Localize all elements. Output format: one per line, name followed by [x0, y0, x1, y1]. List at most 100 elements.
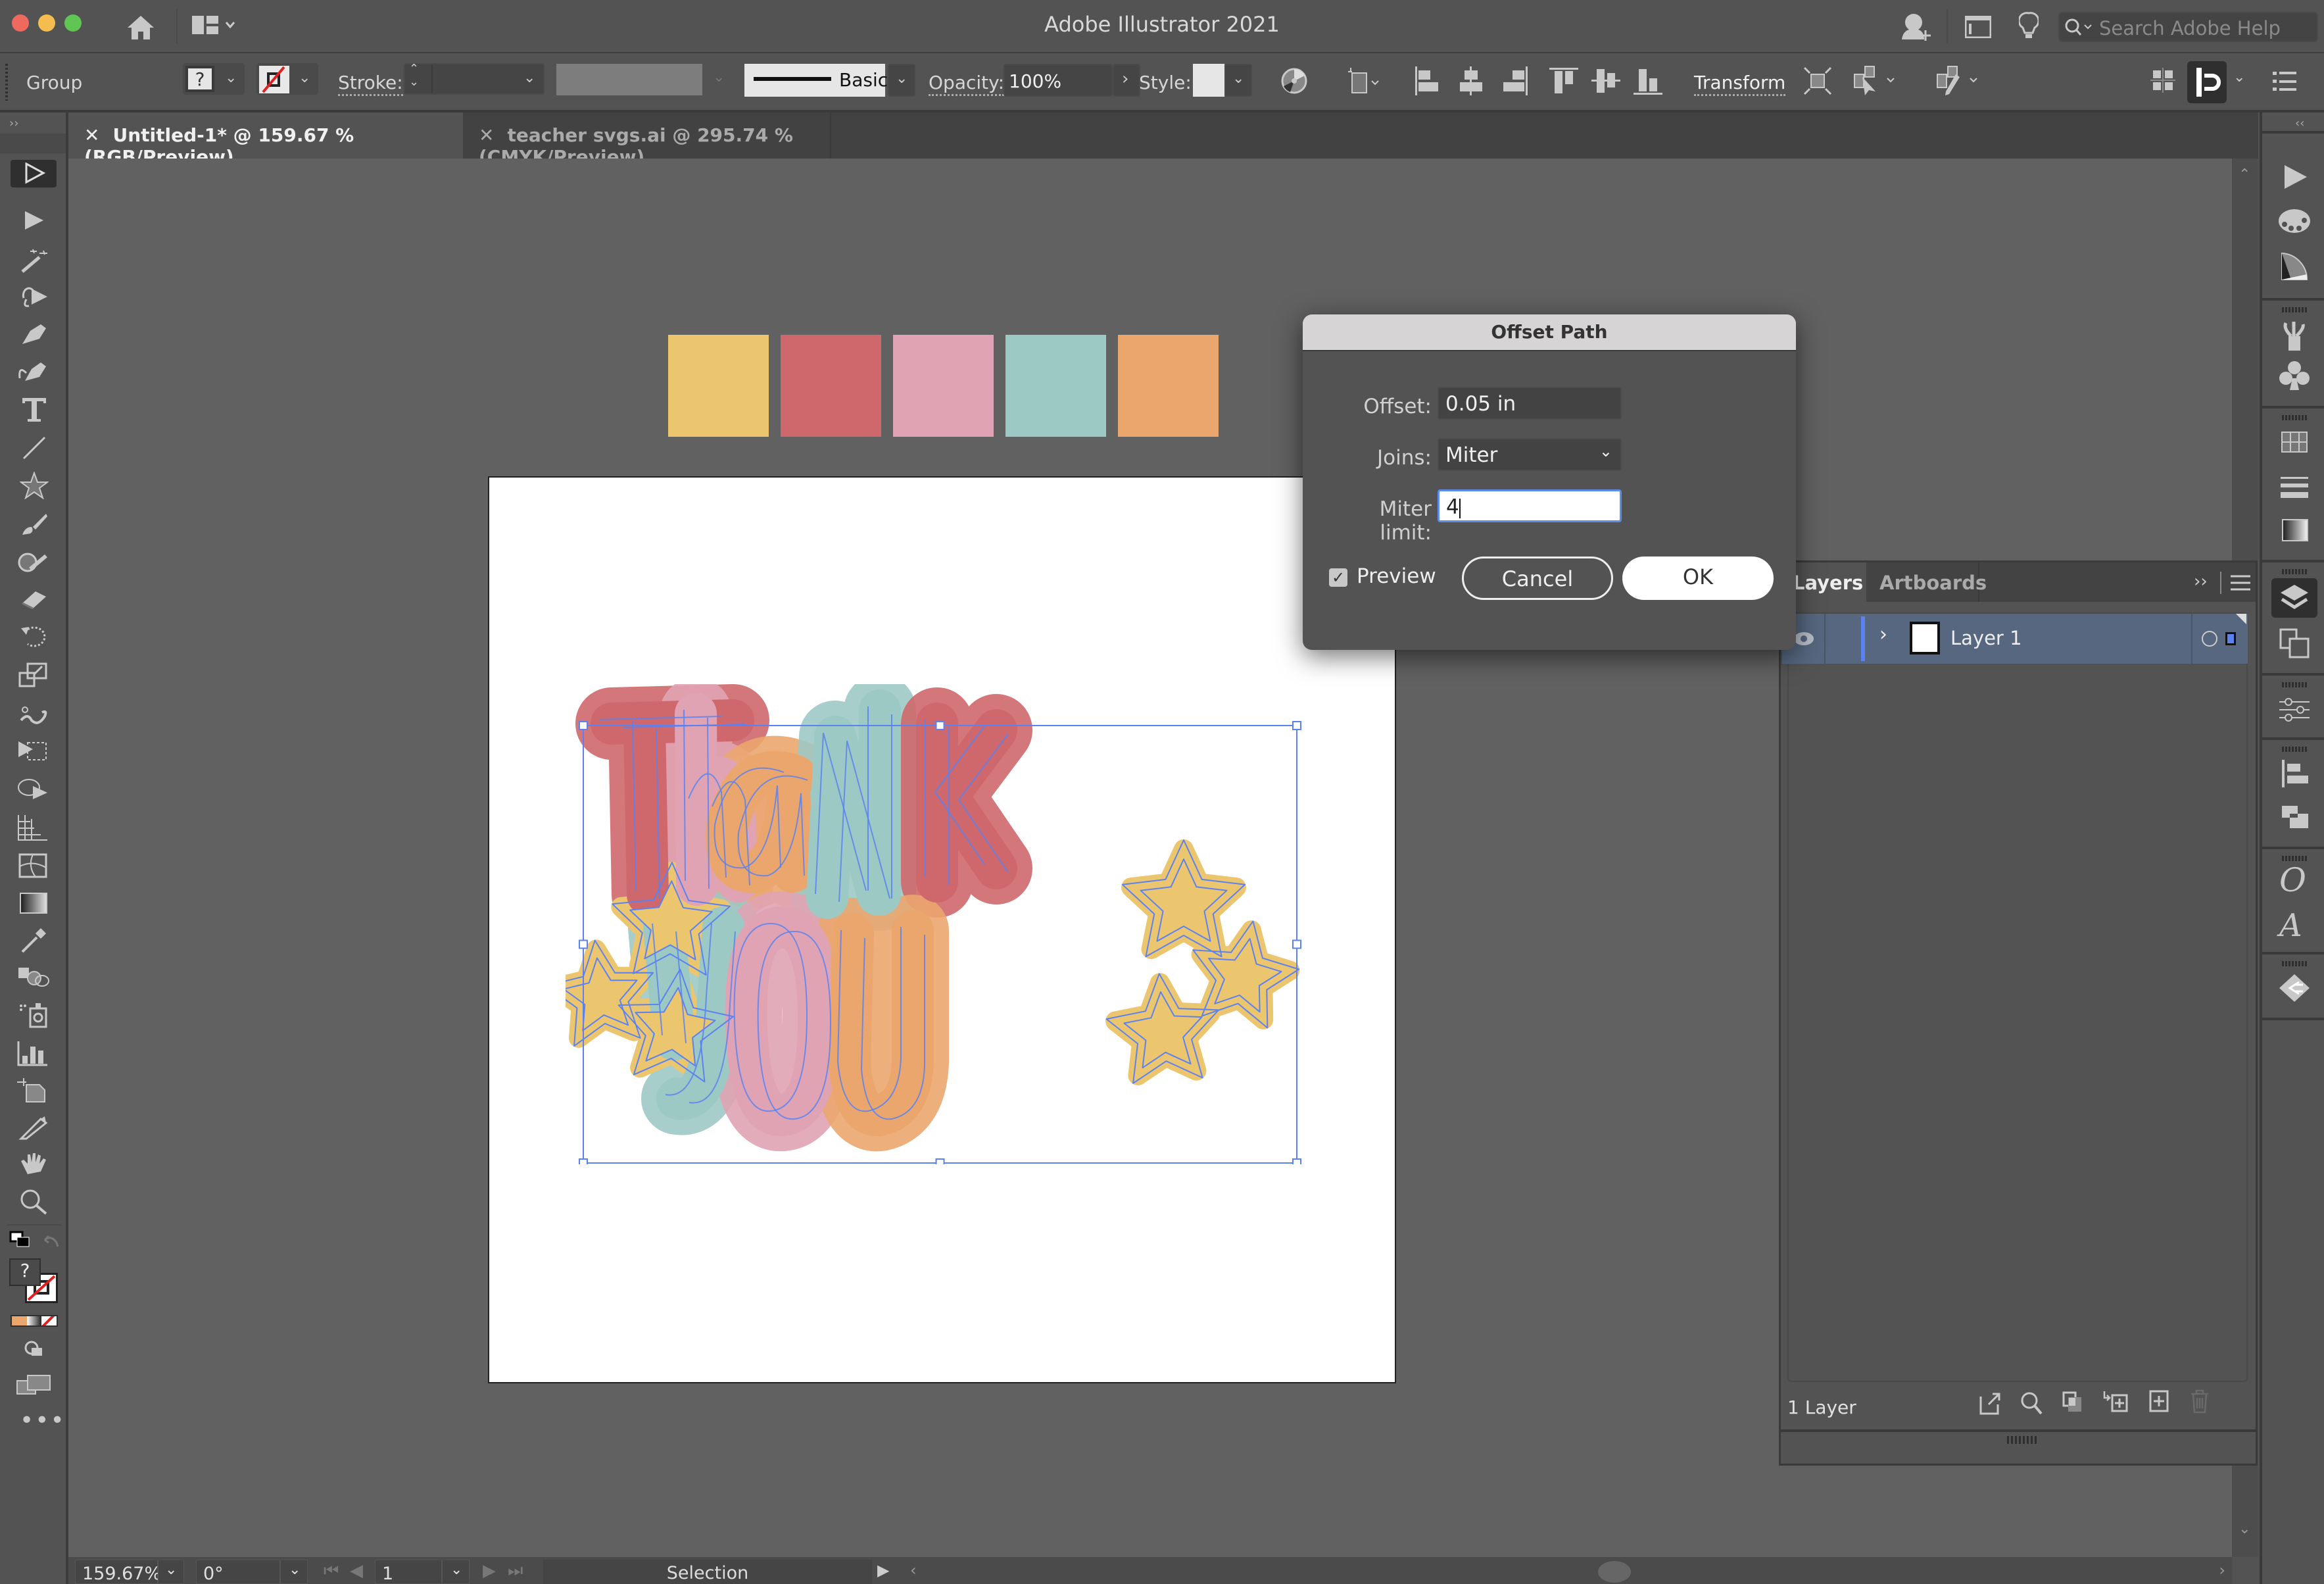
- collapse-dock-icon[interactable]: ‹‹: [2295, 116, 2304, 130]
- align-top-icon[interactable]: [1549, 66, 1580, 95]
- screen-mode-icon[interactable]: [16, 1374, 53, 1397]
- edit-toolbar-icon[interactable]: •••: [20, 1407, 66, 1434]
- align-left-icon[interactable]: [1414, 66, 1444, 95]
- isolate-group-icon[interactable]: [1803, 66, 1832, 95]
- brush-dropdown-button[interactable]: ⌄: [888, 64, 915, 97]
- letter-N-fill[interactable]: [806, 689, 901, 919]
- previous-artboard-icon[interactable]: ◀: [350, 1561, 363, 1581]
- color-swatch[interactable]: [668, 335, 769, 437]
- color-button[interactable]: [12, 1316, 27, 1325]
- recolor-artwork-icon[interactable]: [1281, 68, 1307, 94]
- resize-handle[interactable]: [579, 721, 588, 730]
- shaper-icon[interactable]: [17, 549, 50, 576]
- type-icon[interactable]: [21, 397, 47, 422]
- brush-definition-selector[interactable]: Basic: [744, 64, 888, 97]
- cancel-button[interactable]: Cancel: [1462, 557, 1613, 600]
- visibility-eye-icon[interactable]: [1793, 631, 1815, 647]
- variable-width-profile[interactable]: [556, 64, 702, 95]
- miter-limit-input[interactable]: 4: [1438, 489, 1622, 522]
- rotation-field[interactable]: 0°: [196, 1560, 280, 1584]
- hand-icon[interactable]: [18, 1152, 49, 1178]
- fill-selector[interactable]: ? ⌄: [183, 63, 245, 95]
- control-bar-menu-icon[interactable]: [2273, 70, 2296, 93]
- mesh-icon[interactable]: [18, 853, 49, 879]
- expand-layer-chevron-icon[interactable]: ›: [1879, 623, 1887, 646]
- panel-group-grip[interactable]: [2282, 856, 2308, 861]
- scale-icon[interactable]: [18, 661, 49, 689]
- properties-sliders-icon[interactable]: [2277, 693, 2312, 726]
- panel-group-grip[interactable]: [2282, 747, 2308, 752]
- blend-icon[interactable]: [17, 965, 50, 989]
- direct-selection-icon[interactable]: [22, 210, 49, 232]
- scroll-up-icon[interactable]: ⌃: [2239, 166, 2250, 183]
- resize-handle[interactable]: [1292, 939, 1301, 949]
- paintbrush-icon[interactable]: [20, 511, 49, 537]
- gradient-tool-icon[interactable]: [20, 893, 47, 914]
- symbols-club-icon[interactable]: [2277, 360, 2312, 393]
- zoom-level-field[interactable]: 159.67%: [75, 1560, 161, 1584]
- actions-play-icon[interactable]: [2277, 161, 2312, 194]
- stroke-label[interactable]: Stroke:: [338, 72, 403, 96]
- resize-handle[interactable]: [1292, 1158, 1301, 1164]
- pen-icon[interactable]: [20, 322, 49, 348]
- stroke-color-selector[interactable]: ⌄: [256, 63, 318, 95]
- opacity-slider-button[interactable]: ›: [1113, 64, 1140, 97]
- fill-swatch-indeterminate[interactable]: ?: [9, 1258, 41, 1286]
- pathfinder-icon[interactable]: [2277, 801, 2312, 833]
- panel-menu-icon[interactable]: [2231, 574, 2250, 591]
- color-swatch[interactable]: [893, 335, 994, 437]
- last-artboard-icon[interactable]: ⏭: [508, 1561, 523, 1581]
- panel-group-grip[interactable]: [2282, 682, 2308, 687]
- align-to-artboard-icon[interactable]: [1347, 68, 1381, 94]
- rotation-dropdown-chevron-icon[interactable]: ⌄: [280, 1560, 308, 1584]
- collapse-panel-icon[interactable]: ››: [2194, 572, 2208, 591]
- shape-builder-icon[interactable]: [17, 776, 50, 802]
- expand-toolbar-icon[interactable]: ››: [9, 116, 18, 130]
- eraser-icon[interactable]: [20, 586, 50, 612]
- symbol-sprayer-icon[interactable]: [17, 1001, 50, 1029]
- offset-input[interactable]: 0.05 in: [1438, 387, 1622, 420]
- libraries-icon[interactable]: [2277, 972, 2312, 1004]
- align-bottom-icon[interactable]: [1634, 66, 1664, 95]
- select-similar-objects-icon[interactable]: [1853, 65, 1899, 97]
- curvature-pen-icon[interactable]: [17, 359, 49, 385]
- preview-label[interactable]: Preview: [1357, 564, 1436, 588]
- panel-resize-grip[interactable]: [2007, 1436, 2039, 1444]
- align-vertical-center-icon[interactable]: [1591, 66, 1622, 95]
- gradient-button[interactable]: [26, 1316, 42, 1325]
- artboard-icon[interactable]: [17, 1077, 50, 1103]
- artboard-number-field[interactable]: 1: [375, 1560, 442, 1584]
- star-icon[interactable]: [20, 472, 49, 499]
- scrollbar-thumb[interactable]: [1598, 1561, 1631, 1583]
- lasso-icon[interactable]: [18, 284, 50, 310]
- warp-icon[interactable]: [18, 701, 50, 727]
- selection-indicator[interactable]: [2225, 632, 2236, 645]
- preview-checkbox[interactable]: ✓: [1329, 568, 1347, 587]
- arrange-documents-icon[interactable]: [1965, 16, 1991, 38]
- perspective-grid-icon[interactable]: [17, 814, 50, 841]
- color-swatch[interactable]: [1005, 335, 1106, 437]
- color-palette-icon[interactable]: [2277, 205, 2312, 237]
- magic-wand-icon[interactable]: [20, 248, 49, 274]
- line-segment-icon[interactable]: [21, 435, 47, 461]
- search-help-input[interactable]: Search Adobe Help: [2058, 12, 2318, 42]
- panel-group-grip[interactable]: [2282, 415, 2308, 420]
- align-right-icon[interactable]: [1499, 66, 1530, 95]
- column-graph-icon[interactable]: [17, 1040, 50, 1066]
- horizontal-scrollbar[interactable]: ‹ ›: [904, 1560, 2232, 1584]
- rotate-icon[interactable]: [20, 623, 49, 649]
- gradient-panel-icon[interactable]: [2282, 519, 2308, 541]
- glyphs-panel-icon[interactable]: A: [2279, 907, 2302, 944]
- tool-selection[interactable]: [11, 160, 57, 187]
- transform-button[interactable]: Transform: [1694, 72, 1786, 96]
- first-artboard-icon[interactable]: ⏮: [324, 1561, 339, 1581]
- arrange-panel-grid-icon[interactable]: [2150, 68, 2177, 94]
- resize-handle[interactable]: [579, 1158, 588, 1164]
- resize-handle[interactable]: [935, 1158, 945, 1164]
- scroll-left-icon[interactable]: ‹: [910, 1561, 917, 1579]
- share-user-icon[interactable]: [1900, 12, 1932, 41]
- collect-for-export-icon[interactable]: [1979, 1391, 2002, 1415]
- layer-name[interactable]: Layer 1: [1950, 627, 2022, 649]
- layer-row[interactable]: › Layer 1: [1782, 614, 2248, 664]
- lightbulb-icon[interactable]: [2019, 12, 2039, 41]
